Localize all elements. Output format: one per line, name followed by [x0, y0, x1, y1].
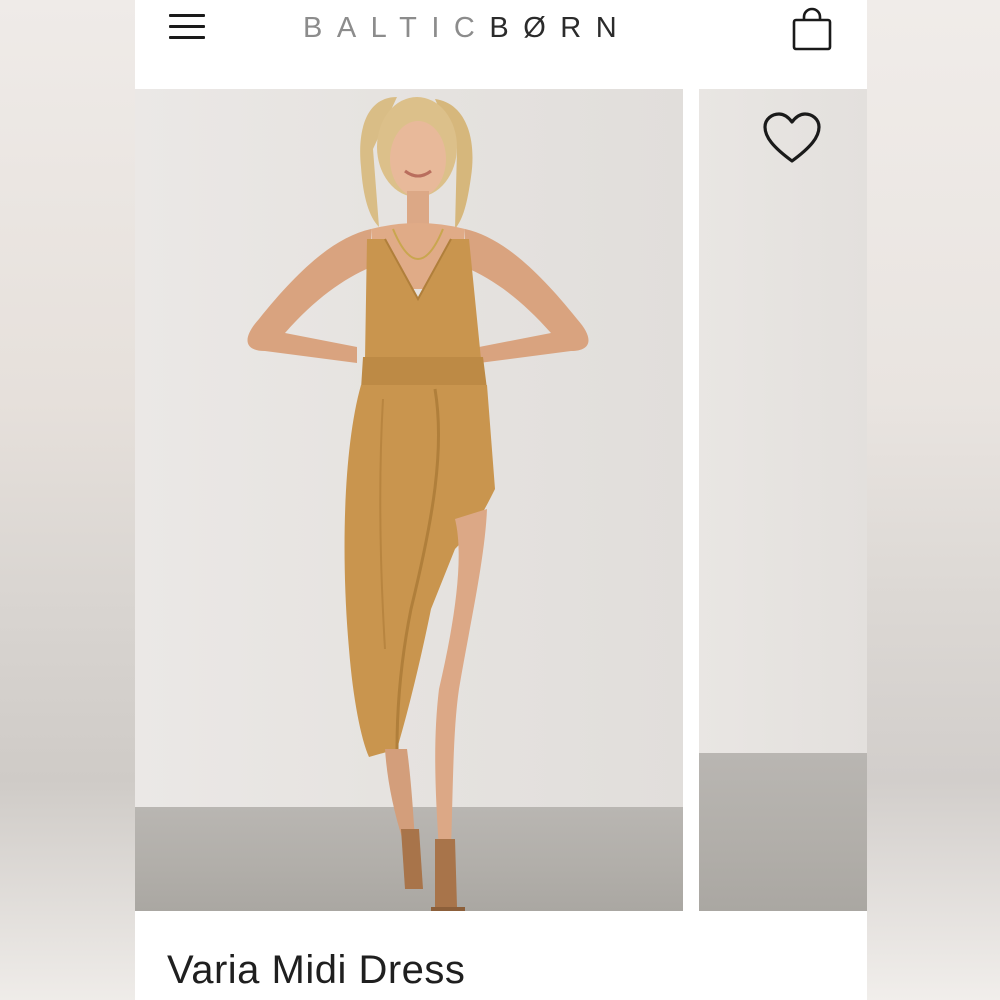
brand-logo-light: BALTIC — [303, 11, 490, 44]
photo-wall-next — [699, 89, 867, 753]
brand-logo-dark: BØRN — [489, 11, 632, 44]
backdrop-left — [0, 0, 135, 1000]
product-title: Varia Midi Dress — [167, 948, 466, 992]
product-page: BALTIC BØRN Varia Midi Dress — [135, 0, 867, 1000]
site-header: BALTIC BØRN — [135, 0, 867, 88]
shopping-bag-icon[interactable] — [790, 7, 834, 53]
product-image-next[interactable] — [699, 89, 867, 911]
backdrop-right — [867, 0, 1000, 1000]
heart-icon[interactable] — [761, 111, 823, 167]
hamburger-menu-icon[interactable] — [167, 12, 207, 44]
product-image-main[interactable] — [135, 89, 683, 911]
brand-logo[interactable]: BALTIC BØRN — [303, 8, 703, 48]
photo-floor-next — [699, 753, 867, 911]
model-figure — [247, 97, 589, 911]
